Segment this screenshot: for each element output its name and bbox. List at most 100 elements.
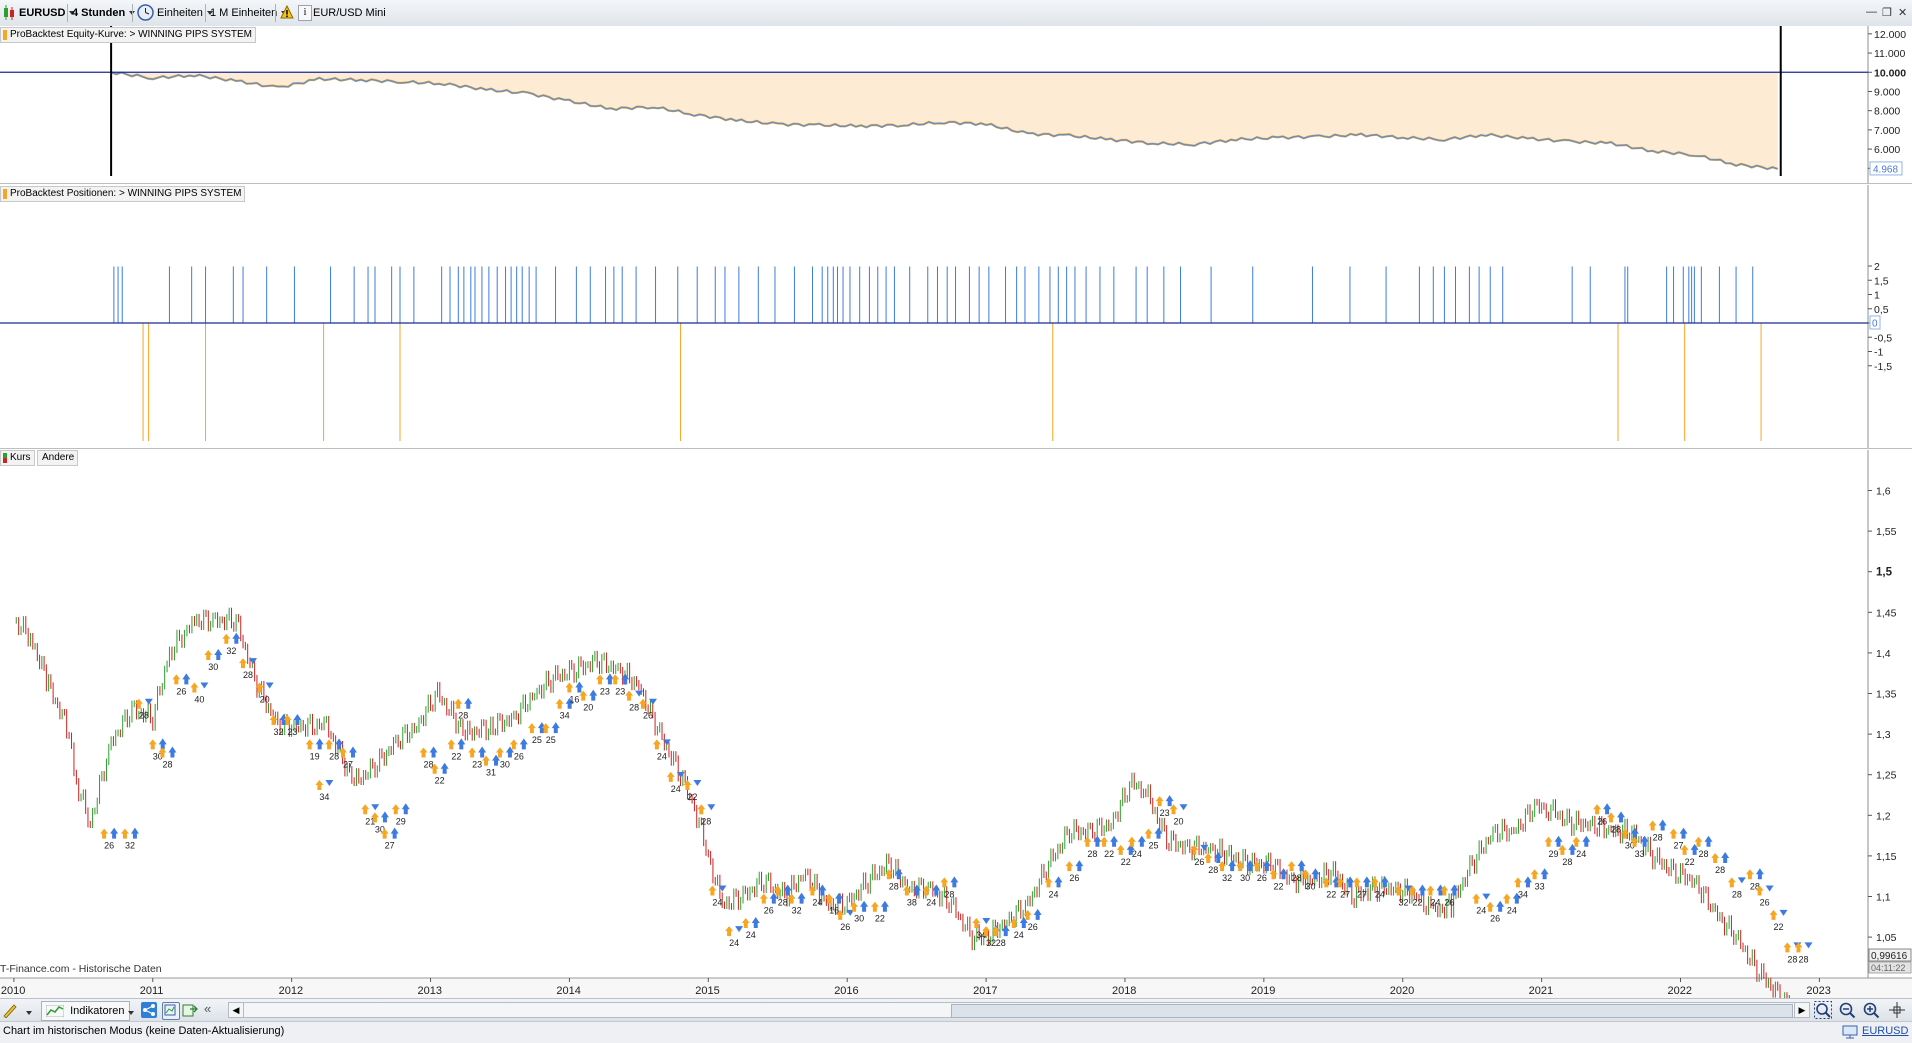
trade-marker-label: 24 [712, 898, 722, 908]
export-icon[interactable] [182, 1002, 198, 1018]
trade-marker-label: 25 [532, 735, 542, 745]
trade-marker-label: 24 [671, 784, 681, 794]
zoom-fit-icon[interactable] [1814, 1001, 1832, 1022]
trade-marker-label: 24 [657, 751, 667, 761]
y-axis-tick-label: 11.000 [1874, 48, 1905, 60]
y-axis-tick-label: 1,15 [1876, 851, 1897, 863]
trade-marker-label: 20 [583, 703, 593, 713]
info-button[interactable]: i [298, 5, 312, 21]
trade-marker-label: 24 [1132, 849, 1142, 859]
restore-window-icon[interactable]: ❐ [1882, 6, 1892, 19]
equity-curve-panel: 12.00011.00010.0009.0008.0007.0006.0005.… [0, 26, 1912, 184]
y-axis-tick-label: 1,3 [1876, 729, 1891, 741]
horizontal-scrollbar[interactable]: ◀ ▶ [228, 1002, 1810, 1018]
last-value-label: 4.968 [1873, 164, 1898, 175]
y-axis-tick-label: 1,2 [1876, 810, 1891, 822]
chevron-down-icon[interactable] [26, 1007, 32, 1019]
positions-label-text: ProBacktest Positionen: > WINNING PIPS S… [10, 188, 242, 199]
draw-tool-icon[interactable] [2, 1002, 18, 1019]
zoom-out-icon[interactable] [1838, 1001, 1856, 1022]
scroll-right-arrow[interactable]: ▶ [1794, 1003, 1809, 1017]
trade-marker-label: 32 [1399, 898, 1409, 908]
scrollbar-thumb[interactable] [951, 1004, 1793, 1018]
chart-layout-icon[interactable] [162, 1002, 180, 1020]
watermark-text: T-Finance.com - Historische Daten [0, 963, 162, 975]
trade-marker-label: 27 [1340, 889, 1350, 899]
y-axis-tick-label: 1,45 [1876, 607, 1897, 619]
trade-marker-label: 30 [500, 759, 510, 769]
trade-marker-label: 28 [243, 670, 253, 680]
instrument-name: EUR/USD Mini [313, 3, 386, 23]
x-axis-tick-label: 2015 [695, 985, 719, 997]
trade-marker-label: 26 [1028, 922, 1038, 932]
trade-marker-label: 33 [1535, 881, 1545, 891]
trade-marker-label: 28 [778, 898, 788, 908]
symbol-link[interactable]: EURUSD [1862, 1025, 1908, 1037]
warning-icon[interactable] [280, 4, 294, 19]
trade-marker-label: 28 [1799, 954, 1809, 964]
trade-marker-label: 27 [343, 759, 353, 769]
toolbar-separator [67, 4, 68, 22]
close-window-icon[interactable]: ✕ [1898, 6, 1907, 19]
y-axis-tick-label: 9.000 [1874, 86, 1900, 98]
trade-marker-label: 31 [486, 768, 496, 778]
y-axis-tick-label: 1,55 [1876, 526, 1897, 538]
trade-marker-label: 23 [600, 686, 610, 696]
positions-panel-label: ProBacktest Positionen: > WINNING PIPS S… [0, 186, 246, 202]
trade-marker-label: 32 [1222, 873, 1232, 883]
trade-marker-label: 25 [546, 735, 556, 745]
timeframe-selector[interactable]: 4 Stunden [72, 3, 136, 23]
candlestick-chart-icon[interactable] [2, 5, 16, 21]
price-tab[interactable]: Kurs [0, 450, 35, 466]
trade-marker-label: 23 [472, 759, 482, 769]
x-axis-tick-label: 2023 [1806, 985, 1830, 997]
scroll-left-arrow[interactable]: ◀ [229, 1003, 244, 1017]
trade-marker-label: 32 [226, 646, 236, 656]
share-icon[interactable] [141, 1002, 157, 1018]
y-axis-tick-label: -1,5 [1874, 361, 1892, 373]
indicators-button[interactable]: Indikatoren [41, 1001, 130, 1021]
trade-marker-label: 22 [1685, 857, 1695, 867]
price-tab-label: Kurs [10, 452, 31, 463]
trade-marker-label: 24 [1430, 898, 1440, 908]
trade-marker-label: 24 [746, 930, 756, 940]
trade-marker-label: 24 [812, 898, 822, 908]
trade-marker-label: 26 [1194, 857, 1204, 867]
x-axis-tick-label: 2012 [279, 985, 303, 997]
minimize-window-icon[interactable]: — [1866, 6, 1877, 18]
trade-marker-label: 32 [125, 841, 135, 851]
x-axis-tick-label: 2010 [1, 985, 25, 997]
trade-marker-label: 22 [451, 751, 461, 761]
info-label: i [303, 7, 307, 18]
trade-marker-label: 22 [1121, 857, 1131, 867]
trade-marker-label: 26 [1597, 816, 1607, 826]
trade-marker-label: 30 [854, 914, 864, 924]
trade-marker-label: 28 [701, 816, 711, 826]
y-axis-tick-label: -1 [1874, 347, 1883, 359]
zoom-in-icon[interactable] [1862, 1001, 1880, 1022]
trade-marker-label: 20 [1174, 816, 1184, 826]
trade-marker-label: 24 [1014, 930, 1024, 940]
trade-marker-label: 23 [615, 686, 625, 696]
chevron-down-icon[interactable] [128, 1007, 134, 1019]
trade-marker-label: 28 [996, 938, 1006, 948]
collapse-left-icon[interactable]: « [204, 1001, 211, 1016]
y-axis-tick-label: -0,5 [1874, 332, 1892, 344]
trade-marker-label: 28 [1732, 889, 1742, 899]
y-axis-tick-label: 1,5 [1876, 567, 1893, 579]
trade-marker-label: 22 [1774, 922, 1784, 932]
trade-marker-label: 40 [194, 695, 204, 705]
toolbar-separator [205, 4, 206, 22]
timeframe-label: 4 Stunden [72, 7, 126, 19]
crosshair-icon[interactable] [1888, 1001, 1906, 1022]
indicators-icon [45, 1004, 65, 1018]
trade-marker-label: 22 [1104, 849, 1114, 859]
x-axis-tick-label: 2013 [418, 985, 442, 997]
trade-marker-label: 34 [319, 792, 329, 802]
trade-marker-label: 34 [1518, 889, 1528, 899]
trade-marker-label: 26 [176, 686, 186, 696]
clock-icon[interactable] [137, 4, 154, 21]
other-tab[interactable]: Andere [37, 450, 79, 466]
trade-marker-label: 28 [458, 711, 468, 721]
trade-marker-label: 28 [1087, 849, 1097, 859]
